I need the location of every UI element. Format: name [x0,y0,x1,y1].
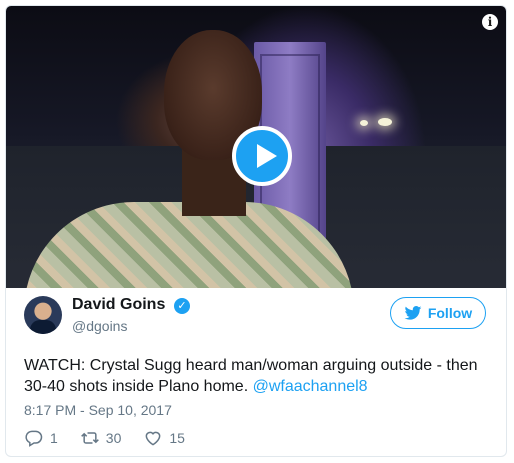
verified-badge-icon: ✓ [174,298,190,314]
tweet-text: WATCH: Crystal Sugg heard man/woman argu… [24,355,500,397]
like-button[interactable]: 15 [143,428,185,448]
retweet-button[interactable]: 30 [80,428,122,448]
avatar[interactable] [24,296,62,334]
reply-count: 1 [50,430,58,446]
follow-button[interactable]: Follow [390,297,486,329]
author-handle[interactable]: @dgoins [72,318,127,334]
tweet-body: WATCH: Crystal Sugg heard man/woman argu… [24,357,478,395]
heart-icon [145,431,161,446]
tweet-actions: 1 30 15 [24,428,207,448]
video-thumbnail[interactable]: i [6,6,506,288]
follow-label: Follow [427,305,473,321]
author-name[interactable]: David Goins [72,296,165,314]
retweet-icon [80,432,99,444]
twitter-bird-icon [404,306,422,320]
mention-link[interactable]: @wfaachannel8 [253,378,368,395]
play-icon[interactable] [232,126,292,186]
tweet-timestamp[interactable]: 8:17 PM - Sep 10, 2017 [24,402,172,418]
car-headlight [360,120,368,126]
reply-button[interactable]: 1 [24,428,58,448]
car-headlight [378,118,392,126]
reply-icon [25,430,43,447]
like-count: 15 [169,430,185,446]
retweet-count: 30 [105,430,122,446]
info-icon[interactable]: i [482,14,498,30]
